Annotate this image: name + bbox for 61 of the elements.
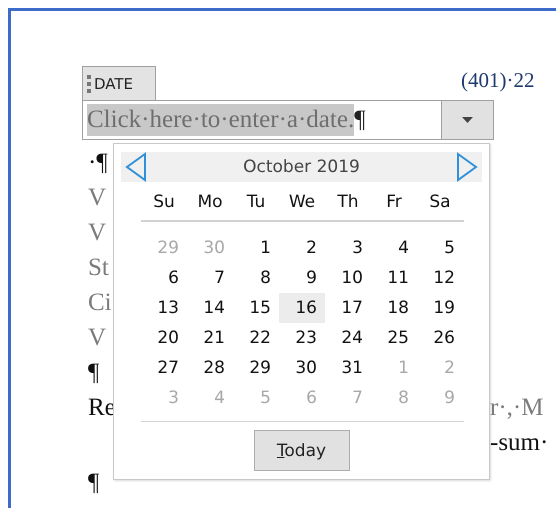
document-text: ¶ — [88, 468, 100, 496]
calendar-day[interactable]: 14 — [187, 292, 233, 322]
calendar-day[interactable]: 12 — [417, 262, 463, 292]
weekday-label: Th — [336, 191, 360, 214]
calendar-day[interactable]: 4 — [371, 232, 417, 262]
calendar-day[interactable]: 31 — [325, 352, 371, 382]
today-button[interactable]: Today — [254, 430, 350, 471]
calendar-day[interactable]: 1 — [233, 232, 279, 262]
calendar-day[interactable]: 28 — [187, 352, 233, 382]
calendar-day[interactable]: 10 — [325, 262, 371, 292]
document-text: ·¶ — [88, 148, 108, 176]
document-text: Ci — [88, 288, 112, 316]
calendar-day[interactable]: 29 — [233, 352, 279, 382]
document-text: V — [88, 184, 106, 212]
calendar-day[interactable]: 3 — [325, 232, 371, 262]
document-text: V — [88, 324, 106, 352]
calendar-day[interactable]: 26 — [417, 322, 463, 352]
weekday-label: We — [288, 191, 316, 214]
left-triangle-icon — [125, 152, 147, 182]
calendar-day[interactable]: 30 — [279, 352, 325, 382]
grip-icon — [87, 74, 91, 92]
calendar-day[interactable]: 21 — [187, 322, 233, 352]
calendar-day[interactable]: 17 — [325, 292, 371, 322]
month-title: October 2019 — [243, 157, 360, 177]
weekday-label: Tu — [246, 191, 266, 214]
document-text: St — [88, 254, 109, 282]
document-text: V — [88, 218, 106, 246]
calendar-day[interactable]: 6 — [141, 262, 187, 292]
weekday-label: Sa — [428, 191, 452, 214]
calendar-day[interactable]: 27 — [141, 352, 187, 382]
calendar-day[interactable]: 24 — [325, 322, 371, 352]
calendar-day[interactable]: 22 — [233, 322, 279, 352]
calendar-day[interactable]: 13 — [141, 292, 187, 322]
weekday-label: Mo — [196, 191, 224, 214]
calendar-day[interactable]: 16 — [279, 292, 325, 322]
calendar-day[interactable]: 20 — [141, 322, 187, 352]
calendar-day[interactable]: 15 — [233, 292, 279, 322]
date-picker-field[interactable]: Click·here·to·enter·a·date.¶ — [82, 100, 494, 140]
calendar-day[interactable]: 19 — [417, 292, 463, 322]
calendar-day[interactable]: 8 — [233, 262, 279, 292]
calendar-day[interactable]: 23 — [279, 322, 325, 352]
calendar-day[interactable]: 2 — [279, 232, 325, 262]
phone-number: (401)·22 — [461, 67, 534, 94]
document-text: r·,·M — [490, 394, 544, 422]
weekday-label: Fr — [385, 191, 403, 214]
calendar-day[interactable]: 7 — [187, 262, 233, 292]
pilcrow-mark: ¶ — [354, 105, 366, 135]
calendar-day[interactable]: 11 — [371, 262, 417, 292]
calendar-day[interactable]: 18 — [371, 292, 417, 322]
calendar-day[interactable]: 5 — [417, 232, 463, 262]
calendar-day[interactable]: 9 — [279, 262, 325, 292]
right-triangle-icon — [456, 152, 478, 182]
tag-label: DATE — [94, 74, 134, 92]
content-control-tag[interactable]: DATE — [82, 66, 156, 100]
weekday-label: Su — [152, 191, 176, 214]
dropdown-button[interactable] — [441, 101, 493, 139]
document-text: -sum· — [490, 428, 548, 456]
placeholder-text: Click·here·to·enter·a·date. — [87, 104, 354, 136]
caret-icon — [462, 117, 473, 123]
document-text: ¶ — [88, 358, 100, 386]
calendar-day[interactable]: 25 — [371, 322, 417, 352]
